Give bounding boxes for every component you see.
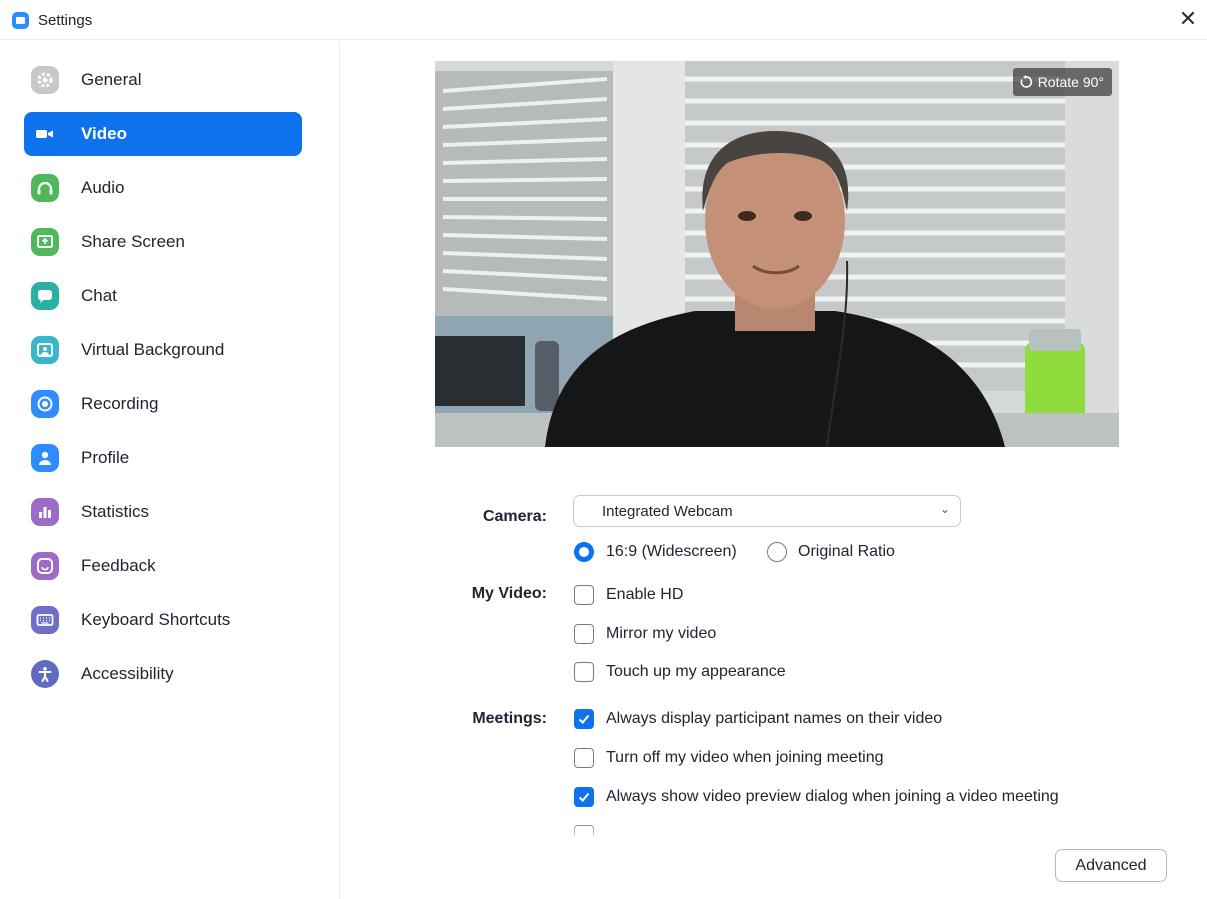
share-screen-icon	[31, 228, 59, 256]
video-preview: Rotate 90°	[435, 61, 1119, 447]
virtual-background-icon	[31, 336, 59, 364]
enable-hd-checkbox[interactable]	[574, 585, 594, 605]
webcam-preview-image	[435, 61, 1119, 447]
rotate-label: Rotate 90°	[1037, 74, 1104, 90]
sidebar-item-feedback[interactable]: Feedback	[24, 544, 302, 588]
camera-select-value: Integrated Webcam	[602, 503, 733, 520]
sidebar-item-general[interactable]: General	[24, 58, 302, 102]
scroll-fade	[560, 822, 1160, 842]
camera-select[interactable]: Integrated Webcam ⌄	[573, 495, 961, 527]
ratio-widescreen-radio[interactable]	[574, 542, 594, 562]
turn-off-video-checkbox[interactable]	[574, 748, 594, 768]
mirror-video-label: Mirror my video	[606, 625, 717, 642]
keyboard-icon	[31, 606, 59, 634]
ratio-original-label: Original Ratio	[798, 543, 895, 560]
close-button[interactable]: ✕	[1175, 6, 1201, 32]
gear-icon	[31, 66, 59, 94]
camera-label: Camera:	[482, 508, 547, 525]
headphones-icon	[31, 174, 59, 202]
accessibility-icon	[31, 660, 59, 688]
sidebar-item-label: Chat	[81, 286, 117, 305]
ratio-original-radio[interactable]	[767, 542, 787, 562]
touch-up-checkbox[interactable]	[574, 662, 594, 682]
sidebar-item-label: Statistics	[81, 502, 150, 521]
rotate-icon	[1020, 75, 1032, 88]
turn-off-video-label: Turn off my video when joining meeting	[606, 749, 884, 766]
chevron-down-icon: ⌄	[939, 502, 950, 516]
sidebar-item-label: Audio	[81, 178, 125, 197]
mirror-video-checkbox[interactable]	[574, 624, 594, 644]
settings-sidebar: General Video Audio Share Screen Chat Vi…	[0, 41, 340, 899]
zoom-app-icon	[12, 12, 29, 29]
meetings-label: Meetings:	[472, 710, 547, 727]
smiley-icon	[31, 552, 59, 580]
sidebar-item-keyboard-shortcuts[interactable]: Keyboard Shortcuts	[24, 598, 302, 642]
video-preview-dialog-checkbox[interactable]	[574, 787, 594, 807]
display-names-label: Always display participant names on thei…	[606, 710, 943, 727]
sidebar-item-label: Recording	[81, 394, 159, 413]
sidebar-item-chat[interactable]: Chat	[24, 274, 302, 318]
sidebar-item-video[interactable]: Video	[24, 112, 302, 156]
my-video-label: My Video:	[471, 585, 547, 602]
display-names-checkbox[interactable]	[574, 709, 594, 729]
sidebar-item-label: Share Screen	[81, 232, 185, 251]
chat-bubble-icon	[31, 282, 59, 310]
sidebar-item-audio[interactable]: Audio	[24, 166, 302, 210]
sidebar-item-label: General	[81, 70, 142, 89]
sidebar-item-share-screen[interactable]: Share Screen	[24, 220, 302, 264]
bar-chart-icon	[31, 498, 59, 526]
sidebar-item-label: Virtual Background	[81, 340, 225, 359]
sidebar-item-recording[interactable]: Recording	[24, 382, 302, 426]
sidebar-item-label: Keyboard Shortcuts	[81, 610, 231, 629]
sidebar-item-label: Profile	[81, 448, 130, 467]
sidebar-item-label: Video	[81, 124, 127, 143]
rotate-90-button[interactable]: Rotate 90°	[1012, 68, 1112, 96]
sidebar-item-label: Feedback	[81, 556, 156, 575]
sidebar-item-accessibility[interactable]: Accessibility	[24, 652, 302, 696]
sidebar-item-virtual-background[interactable]: Virtual Background	[24, 328, 302, 372]
title-bar: Settings ✕	[0, 0, 1207, 40]
sidebar-item-label: Accessibility	[81, 664, 174, 683]
video-camera-icon	[31, 120, 59, 148]
touch-up-label: Touch up my appearance	[606, 663, 786, 680]
sidebar-item-statistics[interactable]: Statistics	[24, 490, 302, 534]
checkmark-icon	[578, 792, 590, 802]
window-title: Settings	[38, 12, 93, 29]
user-icon	[31, 444, 59, 472]
sidebar-item-profile[interactable]: Profile	[24, 436, 302, 480]
advanced-button[interactable]: Advanced	[1055, 849, 1167, 882]
record-icon	[31, 390, 59, 418]
video-preview-dialog-label: Always show video preview dialog when jo…	[606, 788, 1059, 805]
checkmark-icon	[578, 714, 590, 724]
enable-hd-label: Enable HD	[606, 586, 684, 603]
ratio-widescreen-label: 16:9 (Widescreen)	[606, 543, 737, 560]
